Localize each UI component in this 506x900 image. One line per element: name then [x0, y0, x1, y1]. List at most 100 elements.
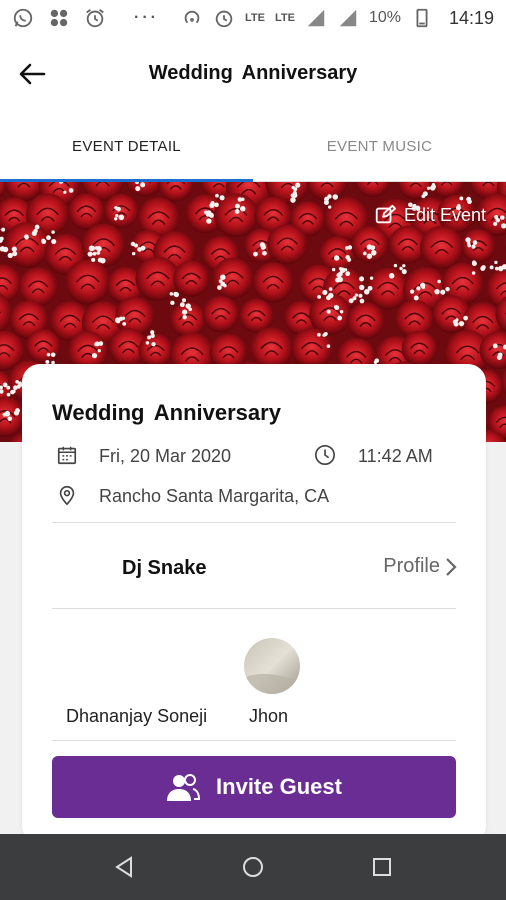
babys-breath-dot — [6, 385, 11, 390]
profile-label: Profile — [383, 555, 440, 577]
rose-shape — [138, 333, 173, 368]
babys-breath-dot — [366, 253, 373, 259]
babys-breath-dot — [210, 200, 215, 206]
babys-breath-dot — [324, 196, 329, 202]
rose-shape — [202, 295, 240, 333]
nav-home-button[interactable] — [233, 847, 273, 887]
square-recents-icon — [372, 858, 391, 876]
babys-breath-dot — [327, 205, 332, 209]
babys-breath-dot — [12, 251, 18, 257]
babys-breath-dot — [214, 202, 219, 208]
babys-breath-dot — [46, 352, 51, 357]
event-card: Wedding Anniversary Fri, 20 Mar 2020 11:… — [22, 364, 486, 844]
babys-breath-dot — [1, 227, 6, 232]
babys-breath-dot — [115, 214, 119, 218]
babys-breath-dot — [445, 286, 450, 292]
signal-icon — [339, 9, 357, 27]
babys-breath-dot — [206, 218, 212, 224]
babys-breath-dot — [92, 251, 97, 256]
babys-breath-dot — [401, 269, 407, 275]
location-pin-icon — [59, 485, 75, 506]
babys-breath-dot — [137, 247, 142, 252]
babys-breath-dot — [489, 265, 494, 270]
battery-icon — [416, 8, 428, 28]
babys-breath-dot — [63, 190, 67, 194]
babys-breath-dot — [241, 197, 245, 202]
babys-breath-dot — [359, 284, 365, 291]
babys-breath-dot — [326, 344, 331, 348]
tab-event-music[interactable]: EVENT MUSIC — [253, 112, 506, 181]
whatsapp-icon — [13, 8, 33, 28]
babys-breath-dot — [173, 291, 178, 297]
babys-breath-dot — [496, 354, 502, 360]
babys-breath-dot — [24, 235, 29, 240]
guest-name: Dhananjay Soneji — [66, 706, 208, 726]
babys-breath-dot — [426, 186, 431, 190]
guest-avatar[interactable] — [244, 638, 300, 694]
babys-breath-dot — [354, 293, 359, 297]
babys-breath-dot — [494, 215, 499, 219]
babys-breath-dot — [332, 194, 339, 200]
invite-guest-label: Invite Guest — [216, 774, 342, 799]
babys-breath-dot — [422, 191, 428, 197]
babys-breath-dot — [458, 320, 465, 327]
babys-breath-dot — [338, 271, 343, 276]
invite-guest-button[interactable]: Invite Guest — [52, 756, 456, 818]
babys-breath-dot — [334, 255, 340, 261]
babys-breath-dot — [91, 257, 96, 263]
babys-breath-dot — [328, 287, 333, 291]
babys-breath-dot — [135, 185, 141, 192]
chevron-right-icon — [446, 557, 457, 576]
network-lte-2: LTE — [274, 12, 295, 24]
babys-breath-dot — [369, 276, 374, 280]
babys-breath-dot — [362, 251, 367, 256]
babys-breath-dot — [399, 266, 403, 271]
dj-profile-link[interactable]: Profile — [383, 555, 458, 578]
babys-breath-dot — [346, 257, 352, 262]
babys-breath-dot — [410, 289, 415, 294]
more-notifications-icon: ··· — [134, 9, 159, 26]
rose-shape — [461, 228, 496, 263]
babys-breath-dot — [215, 193, 219, 198]
babys-breath-dot — [234, 203, 240, 209]
babys-breath-dot — [295, 182, 301, 188]
babys-breath-dot — [334, 305, 340, 311]
babys-breath-dot — [494, 266, 499, 271]
babys-breath-dot — [147, 335, 152, 340]
babys-breath-dot — [188, 307, 192, 312]
tab-event-detail[interactable]: EVENT DETAIL — [0, 112, 253, 181]
babys-breath-dot — [358, 276, 365, 282]
babys-breath-dot — [31, 230, 37, 236]
babys-breath-dot — [150, 333, 155, 339]
babys-breath-dot — [498, 265, 504, 272]
babys-breath-dot — [181, 298, 187, 303]
babys-breath-dot — [116, 206, 121, 212]
guest-name: Jhon — [249, 706, 289, 726]
clock-icon — [315, 445, 335, 465]
babys-breath-dot — [359, 298, 365, 304]
clock: 14:19 — [448, 7, 494, 28]
nav-recents-button[interactable] — [362, 847, 402, 887]
babys-breath-dot — [337, 315, 343, 321]
babys-breath-dot — [179, 302, 185, 308]
babys-breath-dot — [290, 197, 296, 203]
nav-back-button[interactable] — [104, 847, 144, 887]
babys-breath-dot — [366, 244, 372, 250]
system-nav-bar — [0, 834, 506, 900]
babys-breath-dot — [413, 295, 419, 301]
rose-shape — [25, 328, 61, 364]
rose-shape — [4, 222, 51, 269]
babys-breath-dot — [97, 257, 103, 263]
babys-breath-dot — [94, 341, 100, 347]
edit-event-button[interactable]: Edit Event — [374, 204, 486, 226]
babys-breath-dot — [217, 285, 222, 290]
rose-shape — [65, 259, 111, 305]
babys-breath-dot — [493, 221, 498, 226]
babys-breath-dot — [11, 246, 17, 252]
babys-breath-dot — [68, 188, 74, 193]
babys-breath-dot — [339, 310, 344, 314]
babys-breath-dot — [34, 224, 40, 230]
babys-breath-dot — [0, 246, 6, 252]
babys-breath-dot — [363, 289, 370, 295]
divider — [52, 522, 456, 523]
